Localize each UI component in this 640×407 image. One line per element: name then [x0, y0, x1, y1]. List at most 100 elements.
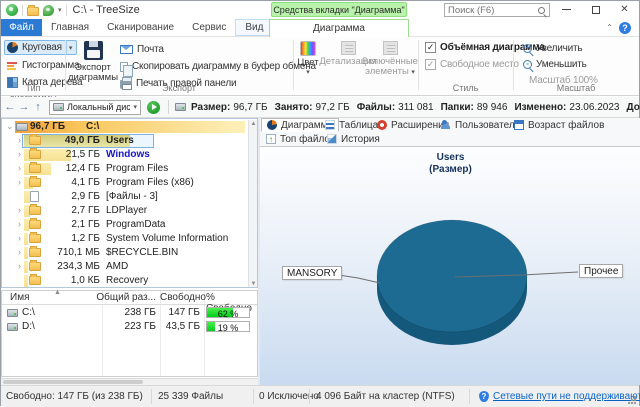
up-button[interactable]: ↑: [31, 101, 45, 113]
resize-grip[interactable]: [628, 396, 636, 404]
expand-icon[interactable]: ›: [18, 261, 26, 271]
expand-icon[interactable]: ›: [18, 247, 26, 257]
tree-row[interactable]: › 12,4 ГБ Program Files: [2, 162, 245, 176]
combo-caret-icon[interactable]: ▾: [133, 103, 137, 111]
pie-chart-panel: Users (Размер) MANSORY Прочее: [260, 146, 640, 385]
tab-tools[interactable]: Сервис: [183, 19, 235, 36]
free-space-checkbox[interactable]: ✓ Свободное место: [425, 59, 519, 70]
color-dropdown-caret[interactable]: ▾: [306, 68, 310, 78]
shield-info-icon: ?: [479, 391, 489, 402]
tree-row[interactable]: › 2,1 ГБ ProgramData: [2, 218, 245, 232]
close-button[interactable]: ✕: [610, 1, 639, 18]
drive-list: Имя ▲ Общий раз... Свободно % Свободно C…: [1, 290, 258, 377]
tree-row-selected[interactable]: › 49,0 ГБ Users: [2, 134, 245, 148]
search-box[interactable]: [444, 3, 550, 17]
calendar-icon: [514, 120, 524, 130]
expand-icon[interactable]: ›: [18, 163, 26, 173]
copy-chart-button[interactable]: Скопировать диаграмму в буфер обмена: [120, 59, 316, 74]
folder-icon: [29, 150, 41, 159]
checkbox-checked-icon[interactable]: ✓: [425, 42, 436, 53]
drive-icon: [7, 309, 18, 317]
checkbox-checked-icon[interactable]: ✓: [425, 59, 436, 70]
window-controls: ✕: [552, 1, 639, 18]
zoom-in-button[interactable]: + Увеличить: [523, 41, 582, 56]
zoom-in-icon: +: [523, 44, 532, 53]
included-elements-button-disabled: Включённые элементы ▾: [365, 39, 415, 78]
tree-row-files[interactable]: 2,9 ГБ [Файлы - 3]: [2, 190, 245, 204]
drive-row-d[interactable]: D:\ 223 ГБ 43,5 ГБ 19 %: [2, 320, 257, 334]
tree-row[interactable]: › 4,1 ГБ Program Files (x86): [2, 176, 245, 190]
quick-access-caret-icon[interactable]: ▾: [58, 6, 62, 14]
tree-row[interactable]: 1,0 КБ Recovery: [2, 274, 245, 288]
drive-icon: [175, 103, 186, 111]
scrollbar-thumb[interactable]: [3, 380, 143, 384]
collapse-ribbon-icon[interactable]: ⌃: [606, 23, 613, 32]
expand-icon[interactable]: ›: [18, 177, 26, 187]
status-cluster: 4 096 Байт на кластер (NTFS): [316, 391, 455, 402]
expand-icon[interactable]: ›: [18, 219, 26, 229]
slice-label-other[interactable]: Прочее: [579, 264, 623, 278]
tab-chart-contextual[interactable]: Диаграмма: [269, 19, 409, 37]
horizontal-scrollbar[interactable]: [1, 378, 258, 385]
network-paths-link[interactable]: Сетевые пути не поддерживаются.: [493, 391, 640, 402]
export-chart-button[interactable]: Экспорт диаграммы: [69, 39, 117, 83]
pie-chart-type-button[interactable]: Круговая ▾: [4, 40, 77, 55]
drive-combobox[interactable]: Локальный диск (C:) ▾: [49, 100, 141, 115]
feedback-icon[interactable]: [43, 5, 54, 16]
tab-view[interactable]: Вид: [235, 19, 273, 36]
folder-icon: [29, 220, 41, 229]
copy-icon: [120, 62, 128, 72]
save-floppy-icon: [84, 41, 103, 60]
scroll-up-icon[interactable]: ▲: [249, 121, 258, 127]
histogram-icon: [7, 60, 18, 71]
search-input[interactable]: [445, 5, 538, 16]
tab-file-age[interactable]: Возраст файлов: [509, 118, 609, 132]
tab-home[interactable]: Главная: [42, 19, 98, 36]
tree-row[interactable]: › 21,5 ГБ Windows: [2, 148, 245, 162]
folder-icon: [29, 206, 41, 215]
slice-label-mansory[interactable]: MANSORY: [282, 266, 342, 280]
maximize-button[interactable]: [581, 1, 610, 18]
pie-chart-icon: [7, 42, 18, 53]
minimize-button[interactable]: [552, 1, 581, 18]
ribbon-tab-row: Файл Главная Сканирование Сервис Вид Спр…: [1, 19, 639, 37]
history-chart-icon: [327, 134, 337, 144]
tree-row[interactable]: › 1,2 ГБ System Volume Information: [2, 232, 245, 246]
drive-row-c[interactable]: C:\ 238 ГБ 147 ГБ 62 %: [2, 306, 257, 320]
folder-icon: [29, 178, 41, 187]
users-icon: [441, 120, 451, 130]
tree-row[interactable]: › 234,3 МБ AMD: [2, 260, 245, 274]
group-label-scale: Масштаб: [513, 83, 639, 93]
folder-icon: [29, 276, 41, 285]
collapse-icon[interactable]: ⌄: [6, 121, 14, 132]
group-label-export: Экспорт: [65, 83, 293, 93]
start-scan-button[interactable]: [147, 101, 160, 114]
header-name[interactable]: Имя: [10, 292, 29, 303]
folder-icon: [29, 136, 41, 145]
tree-vertical-scrollbar[interactable]: ▲ ▼: [248, 120, 258, 288]
tree-row[interactable]: › 2,7 ГБ LDPlayer: [2, 204, 245, 218]
scroll-down-icon[interactable]: ▼: [249, 281, 258, 287]
forward-button[interactable]: →: [17, 101, 31, 113]
mail-button[interactable]: Почта: [120, 42, 164, 57]
tab-scan[interactable]: Сканирование: [98, 19, 183, 36]
tree-row[interactable]: › 710,1 МБ $RECYCLE.BIN: [2, 246, 245, 260]
zoom-out-button[interactable]: - Уменьшить: [523, 57, 587, 72]
expand-icon[interactable]: ›: [18, 205, 26, 215]
status-free-space: Свободно: 147 ГБ (из 238 ГБ): [6, 391, 143, 402]
ribbon: Круговая ▾ Гистограмма Карта дерева Тип …: [1, 37, 639, 96]
help-icon[interactable]: ?: [619, 22, 631, 34]
tab-history[interactable]: История: [322, 132, 385, 146]
search-icon: [538, 7, 545, 14]
expand-icon[interactable]: ›: [18, 135, 26, 145]
expand-icon[interactable]: ›: [18, 233, 26, 243]
status-excluded: 0 Исключено: [259, 391, 319, 402]
header-free[interactable]: Свободно: [160, 292, 200, 303]
back-button[interactable]: ←: [3, 101, 17, 113]
tree-row-root[interactable]: ⌄ 96,7 ГБ C:\: [2, 120, 245, 134]
expand-icon[interactable]: ›: [18, 149, 26, 159]
tab-file[interactable]: Файл: [1, 19, 42, 36]
open-folder-icon[interactable]: [27, 7, 39, 16]
header-total-size[interactable]: Общий раз...: [90, 292, 156, 303]
pie-chart-icon: [267, 120, 277, 130]
